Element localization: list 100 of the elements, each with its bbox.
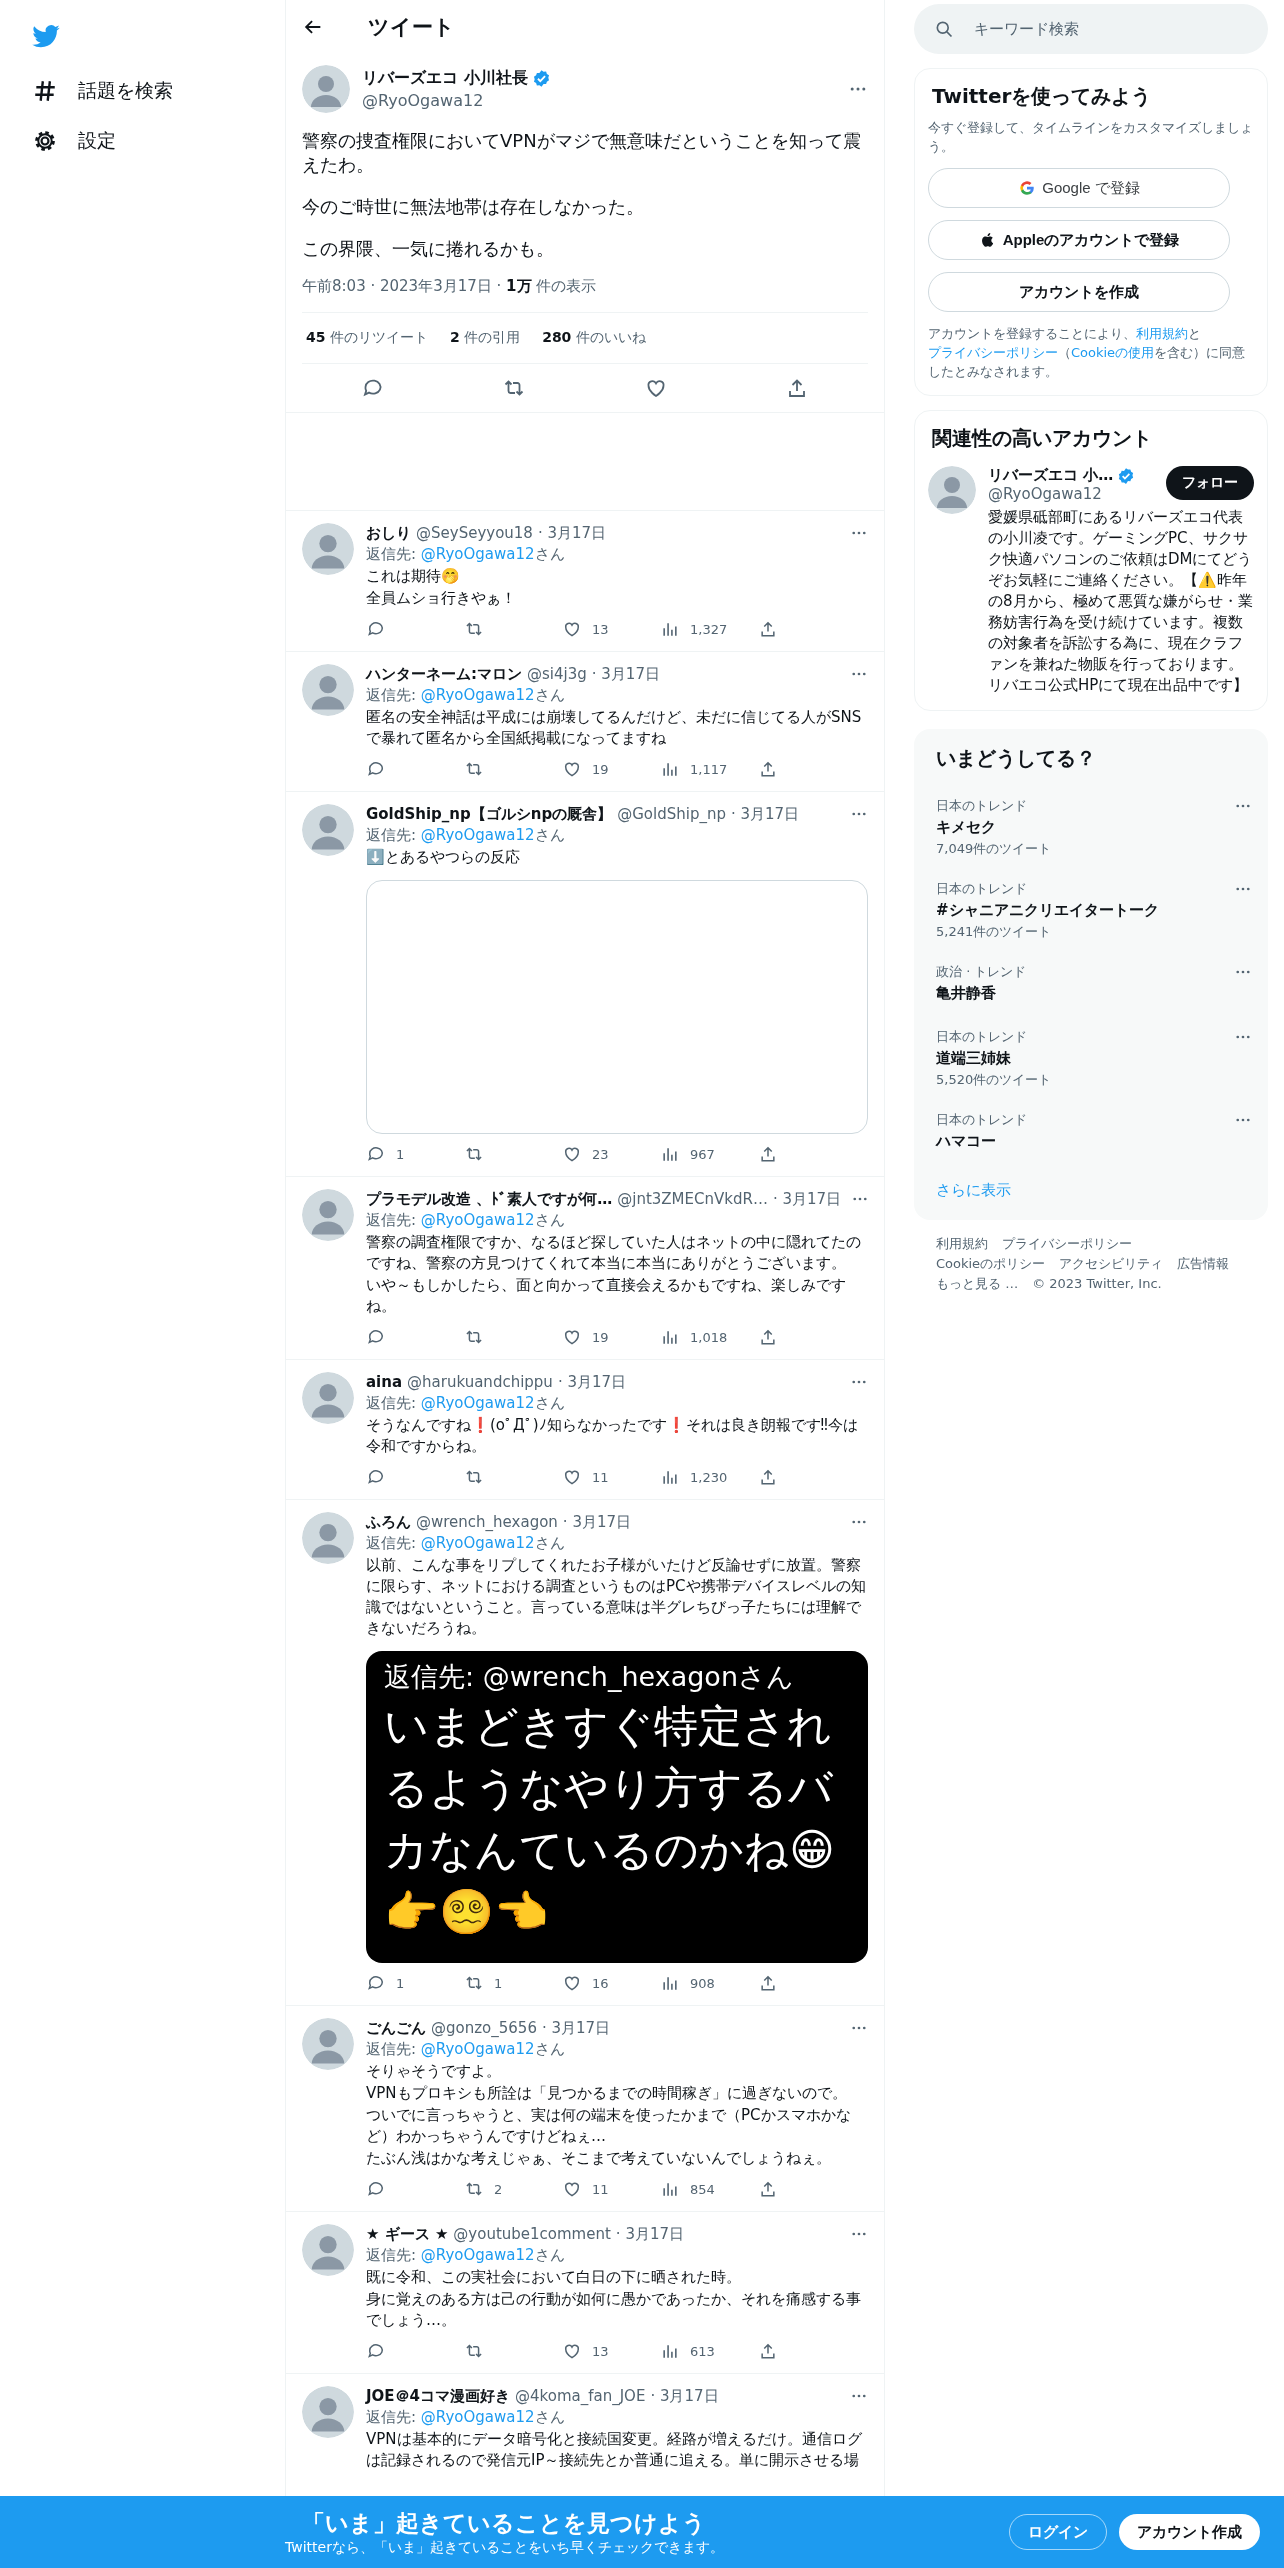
reply-text: そうなんですね❗(oﾟДﾟ)ﾉ知らなかったです❗それは良き朗報です‼今は令和ですからね。 <box>366 1415 859 1457</box>
avatar[interactable] <box>302 1372 354 1424</box>
action-count: 1 <box>396 1146 405 1162</box>
trend-name[interactable]: 道端三姉妹 <box>936 1049 1234 1068</box>
page-title: ツイート <box>368 13 455 41</box>
avatar[interactable] <box>302 523 354 575</box>
avatar[interactable] <box>302 2224 354 2276</box>
share-icon[interactable] <box>758 759 778 779</box>
trend-count: 5,241件のツイート <box>936 923 1053 941</box>
trend-name[interactable]: #シャニアニクリエイタートーク <box>936 901 1234 920</box>
signup-button[interactable]: Google で登録 <box>928 168 1230 208</box>
action-count: 1,117 <box>690 761 728 777</box>
like-icon[interactable] <box>562 2341 582 2361</box>
user-name: aina <box>366 1372 403 1392</box>
stat-link[interactable]: 2 件の引用 <box>449 329 521 347</box>
action-count: 613 <box>690 2343 715 2359</box>
reply-to-line: 返信先: @RyoOgawa12 さん <box>366 825 566 846</box>
banner-subtitle: Twitterなら、「いま」起きていることをいち早くチェックできます。 <box>285 2538 724 2556</box>
trend-context: 日本のトレンド <box>936 880 1028 898</box>
share-icon[interactable] <box>758 2341 778 2361</box>
nav-item[interactable]: 話題を検索 <box>24 66 181 116</box>
trend-name[interactable]: 亀井静香 <box>936 984 1234 1003</box>
share-icon[interactable] <box>758 1144 778 1164</box>
share-icon[interactable] <box>758 1973 778 1993</box>
footer-link[interactable]: 広告情報 <box>1177 1254 1230 1274</box>
footer-link[interactable]: アクセシビリティ <box>1059 1254 1164 1274</box>
reply-text: 全員ムショ行きやぁ！ <box>366 588 517 609</box>
avatar[interactable] <box>302 1512 354 1564</box>
footer-link[interactable]: もっと見る … <box>936 1274 1019 1294</box>
avatar[interactable] <box>302 2018 354 2070</box>
like-icon[interactable] <box>562 1327 582 1347</box>
avatar[interactable] <box>302 664 354 716</box>
reply-date: · 3月17日 <box>615 2224 685 2244</box>
avatar[interactable] <box>302 1189 354 1241</box>
image-text: 👉😵‍💫👈 <box>384 1885 550 1939</box>
action-count: 908 <box>690 1975 715 1991</box>
action-count: 11 <box>592 1469 609 1485</box>
avatar[interactable] <box>302 804 354 856</box>
action-count: 2 <box>494 2181 503 2197</box>
nav-item[interactable]: 設定 <box>24 116 124 166</box>
share-icon[interactable] <box>758 2179 778 2199</box>
avatar[interactable] <box>928 466 976 514</box>
reply-date: · 3月17日 <box>541 2018 611 2038</box>
trend-name[interactable]: ハマコー <box>936 1132 1234 1151</box>
reply-icon[interactable] <box>366 619 386 639</box>
reply-icon[interactable] <box>366 1973 386 1993</box>
user-handle: @jnt3ZMECnVkdR… <box>617 1189 768 1209</box>
search-field[interactable]: キーワード検索 <box>914 4 1268 54</box>
copyright-text: © 2023 Twitter, Inc. <box>1032 1275 1162 1293</box>
share-icon[interactable] <box>758 1327 778 1347</box>
like-icon[interactable] <box>562 619 582 639</box>
like-icon[interactable] <box>562 759 582 779</box>
reply-to-line: 返信先: @RyoOgawa12 さん <box>366 2245 566 2266</box>
tweet-text: この界隈、一気に捲れるかも。 <box>302 237 555 261</box>
reply-icon[interactable] <box>366 759 386 779</box>
reply-icon[interactable] <box>366 1327 386 1347</box>
action-count: 1 <box>494 1975 503 1991</box>
like-icon[interactable] <box>562 1467 582 1487</box>
trend-context: 日本のトレンド <box>936 1111 1028 1129</box>
user-handle: @GoldShip_np <box>617 804 726 824</box>
author-name: リバーズエコ 小川社長 <box>362 68 528 89</box>
action-count: 967 <box>690 1146 715 1162</box>
follow-button[interactable]: フォロー <box>1166 466 1254 500</box>
image-text: 返信先: @wrench_hexagonさん <box>384 1660 795 1694</box>
trend-name[interactable]: キメセク <box>936 818 1234 837</box>
reply-icon[interactable] <box>366 1467 386 1487</box>
reply-icon[interactable] <box>366 1144 386 1164</box>
reply-text: 以前、こんな事をリプしてくれたお子様がいたけど反論せずに放置。警察に限らす、ネットにおける調査というものはPCや携帯デバイスレベルの知識ではないということ。言っている意味は半グレちびっ子たちには理解できないだろうね。 <box>366 1555 867 1639</box>
like-icon[interactable] <box>562 1973 582 1993</box>
action-count: 19 <box>592 1329 609 1345</box>
reply-to-line: 返信先: @RyoOgawa12 さん <box>366 544 566 565</box>
reply-icon[interactable] <box>366 2341 386 2361</box>
signup-button[interactable]: アカウント作成 <box>1119 2514 1260 2550</box>
signup-button[interactable]: アカウントを作成 <box>928 272 1230 312</box>
avatar[interactable] <box>302 2386 354 2438</box>
footer-link[interactable]: Cookieのポリシー <box>936 1254 1046 1274</box>
g-logo-icon <box>1018 179 1037 197</box>
user-name: ハンターネーム:マロン <box>366 664 522 684</box>
reply-date: · 3月17日 <box>772 1189 842 1209</box>
like-icon[interactable] <box>562 1144 582 1164</box>
tweet-meta: 午前8:03 · 2023年3月17日 · 1万 件の表示 <box>302 277 598 296</box>
like-icon[interactable] <box>562 2179 582 2199</box>
action-count: 23 <box>592 1146 609 1162</box>
stat-link[interactable]: 45 件のリツイート <box>306 329 428 347</box>
reply-text: そりゃそうですよ。 <box>366 2061 502 2082</box>
footer-link[interactable]: プライバシーポリシー <box>1002 1234 1132 1254</box>
share-icon[interactable] <box>758 1467 778 1487</box>
reply-date: · 3月17日 <box>562 1512 631 1532</box>
user-name: ふろん <box>366 1512 411 1532</box>
action-count: 13 <box>592 2343 609 2359</box>
card-title: いまどうしてる？ <box>936 745 1097 772</box>
reply-icon[interactable] <box>366 2179 386 2199</box>
share-icon[interactable] <box>758 619 778 639</box>
action-count: 1,327 <box>690 621 728 637</box>
avatar[interactable] <box>302 65 350 113</box>
footer-link[interactable]: 利用規約 <box>936 1234 988 1254</box>
signup-button[interactable]: Appleのアカウントで登録 <box>928 220 1230 260</box>
user-name: おしり <box>366 523 411 543</box>
stat-link[interactable]: 280 件のいいね <box>542 329 646 347</box>
trend-count: 5,520件のツイート <box>936 1071 1053 1089</box>
